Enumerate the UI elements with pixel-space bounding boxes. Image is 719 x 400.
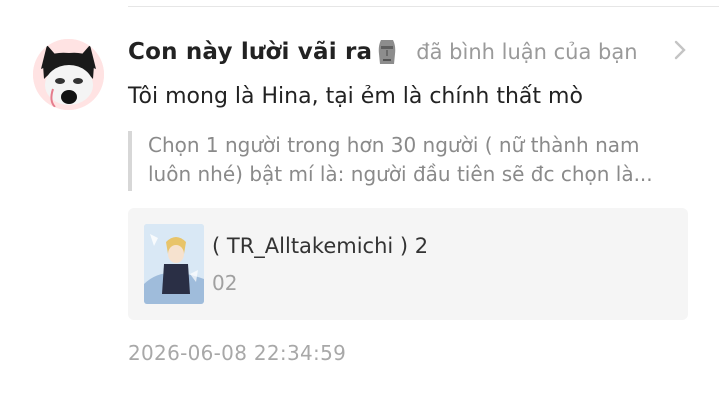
quoted-text: Chọn 1 người trong hơn 30 người ( nữ thà…	[148, 133, 653, 186]
username[interactable]: Con này lười vãi ra	[128, 39, 372, 65]
story-title: ( TR_Alltakemichi ) 2	[212, 234, 429, 258]
moai-icon	[376, 38, 398, 66]
timestamp: 2026-06-08 22:34:59	[128, 341, 347, 365]
chevron-right-icon[interactable]	[673, 38, 687, 62]
avatar[interactable]	[33, 39, 104, 110]
notification-item[interactable]: Con này lười vãi ra đã bình luận của bạn…	[0, 0, 719, 400]
story-cover-image	[144, 224, 204, 304]
story-card[interactable]: ( TR_Alltakemichi ) 2 02	[128, 208, 688, 320]
story-chapter: 02	[212, 271, 238, 295]
divider	[128, 6, 719, 7]
action-text: đã bình luận của bạn	[416, 40, 638, 64]
quoted-comment: Chọn 1 người trong hơn 30 người ( nữ thà…	[128, 131, 688, 191]
header-row: Con này lười vãi ra đã bình luận của bạn	[128, 34, 689, 70]
comment-text: Tôi mong là Hina, tại ẻm là chính thất m…	[128, 84, 583, 109]
